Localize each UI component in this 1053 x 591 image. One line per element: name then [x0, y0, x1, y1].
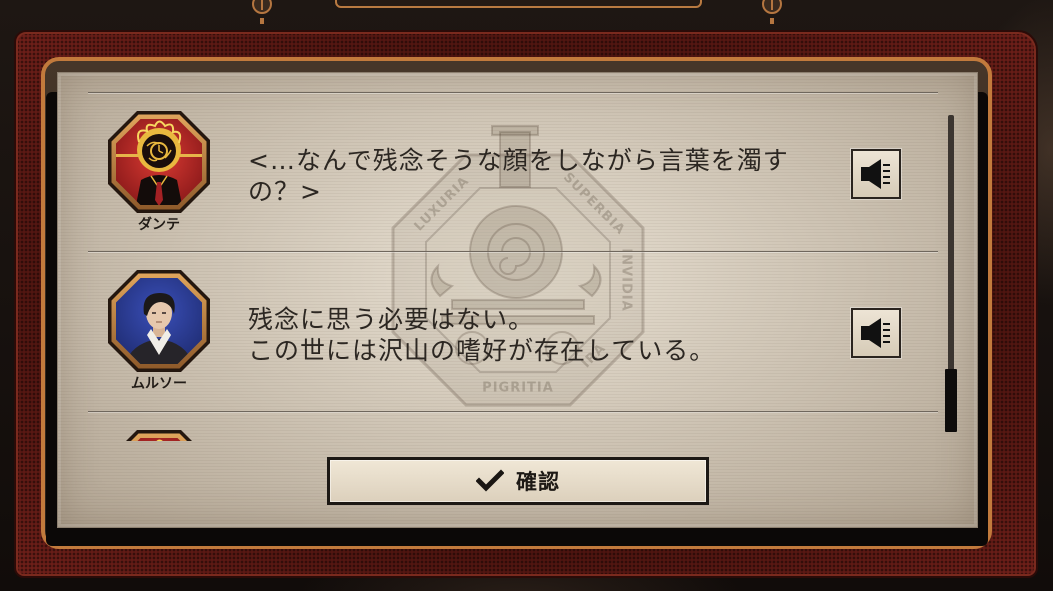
speaker-icon — [861, 318, 890, 348]
dialogue-text: <…なんで残念そうな顔をしながら言葉を濁す の？> — [248, 145, 838, 207]
voice-replay-button[interactable] — [851, 308, 901, 358]
speaker-icon — [861, 159, 890, 189]
speaker-name: ダンテ — [138, 217, 180, 233]
dialogue-line: <…なんで残念そうな顔をしながら言葉を濁す — [248, 146, 789, 175]
scrollbar-thumb[interactable] — [945, 369, 957, 432]
top-ornament-bar — [335, 0, 702, 8]
log-entry: ムルソー 残念に思う必要はない。 この世には沢山の嗜好が存在している。 — [88, 252, 938, 412]
confirm-button[interactable]: 確認 — [327, 457, 709, 505]
dialogue-line: 残念に思う必要はない。 — [248, 305, 535, 334]
dialogue-text: 残念に思う必要はない。 この世には沢山の嗜好が存在している。 — [248, 304, 838, 366]
portrait-meursault — [107, 269, 211, 373]
speaker-name: ムルソー — [131, 376, 187, 392]
dialogue-log-list[interactable]: ダンテ <…なんで残念そうな顔をしながら言葉を濁す の？> ムルソー 残念に思う… — [88, 93, 938, 441]
voice-replay-button[interactable] — [851, 149, 901, 199]
check-icon — [476, 469, 504, 492]
log-entry: ダンテ <…なんで残念そうな顔をしながら言葉を濁す の？> — [88, 93, 938, 252]
portrait-dante — [107, 429, 211, 441]
log-entry — [88, 412, 938, 441]
dialogue-line: の？> — [248, 177, 322, 206]
portrait-dante — [107, 110, 211, 214]
bolt-tick — [770, 18, 774, 24]
confirm-button-label: 確認 — [516, 470, 560, 494]
dialogue-line: この世には沢山の嗜好が存在している。 — [248, 336, 716, 365]
bolt-tick — [260, 18, 264, 24]
